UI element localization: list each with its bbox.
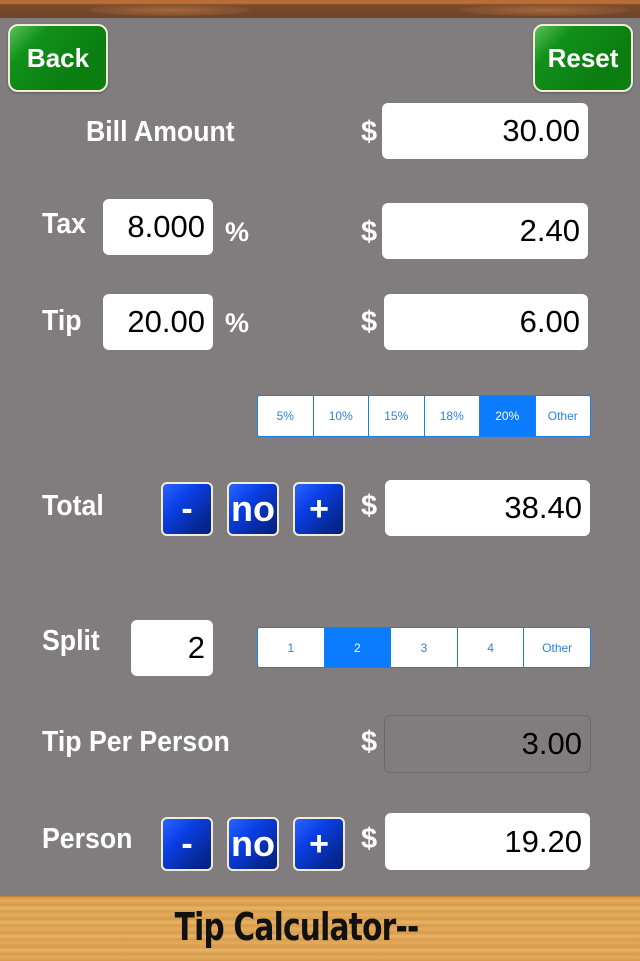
split-option-4[interactable]: 4 — [456, 628, 524, 667]
tax-currency: $ — [361, 216, 378, 248]
tip-preset-15[interactable]: 15% — [368, 396, 424, 436]
total-round-down-button[interactable]: - — [161, 482, 213, 536]
person-round-up-button[interactable]: + — [293, 817, 345, 871]
bill-amount-label: Bill Amount — [86, 116, 235, 148]
tip-label: Tip — [42, 305, 82, 337]
person-no-round-button[interactable]: no — [227, 817, 279, 871]
tip-preset-segmented-control: 5% 10% 15% 18% 20% Other — [257, 395, 591, 437]
bottom-wood-bar: Tip Calculator-- — [0, 896, 640, 961]
app-title: Tip Calculator-- — [174, 905, 420, 949]
person-amount-input[interactable]: 19.20 — [385, 813, 590, 870]
split-count-input[interactable]: 2 — [131, 620, 213, 676]
bill-currency: $ — [361, 116, 378, 148]
wood-knot — [460, 4, 630, 16]
top-wood-bar — [0, 0, 640, 18]
reset-button[interactable]: Reset — [533, 24, 633, 92]
total-currency: $ — [361, 490, 378, 522]
person-currency: $ — [361, 823, 378, 855]
total-amount-input[interactable]: 38.40 — [385, 480, 590, 536]
tip-per-person-currency: $ — [361, 726, 378, 758]
tip-amount-input[interactable]: 6.00 — [384, 294, 588, 350]
tip-rate-input[interactable]: 20.00 — [103, 294, 213, 350]
tax-percent-sign: % — [225, 217, 250, 247]
total-no-round-button[interactable]: no — [227, 482, 279, 536]
split-option-3[interactable]: 3 — [390, 628, 457, 667]
split-label: Split — [42, 625, 100, 657]
tip-preset-10[interactable]: 10% — [312, 396, 369, 436]
split-segmented-control: 1 2 3 4 Other — [257, 627, 591, 668]
wood-knot — [90, 4, 250, 16]
total-round-up-button[interactable]: + — [293, 482, 345, 536]
person-label: Person — [42, 823, 133, 855]
tip-percent-sign: % — [225, 308, 250, 338]
split-option-1[interactable]: 1 — [258, 628, 324, 667]
tip-currency: $ — [361, 306, 378, 338]
tip-preset-other[interactable]: Other — [534, 396, 591, 436]
tax-amount-input[interactable]: 2.40 — [382, 203, 588, 259]
split-option-other[interactable]: Other — [523, 628, 590, 667]
tax-label: Tax — [42, 208, 87, 240]
split-option-2[interactable]: 2 — [323, 628, 391, 667]
tax-rate-input[interactable]: 8.000 — [103, 199, 213, 255]
tip-per-person-output: 3.00 — [384, 715, 591, 773]
tip-preset-5[interactable]: 5% — [258, 396, 313, 436]
person-round-down-button[interactable]: - — [161, 817, 213, 871]
back-button[interactable]: Back — [8, 24, 108, 92]
bill-amount-input[interactable]: 30.00 — [382, 103, 588, 159]
tip-per-person-label: Tip Per Person — [42, 726, 230, 758]
tip-preset-20[interactable]: 20% — [479, 396, 535, 436]
total-label: Total — [42, 490, 104, 522]
tip-preset-18[interactable]: 18% — [423, 396, 480, 436]
